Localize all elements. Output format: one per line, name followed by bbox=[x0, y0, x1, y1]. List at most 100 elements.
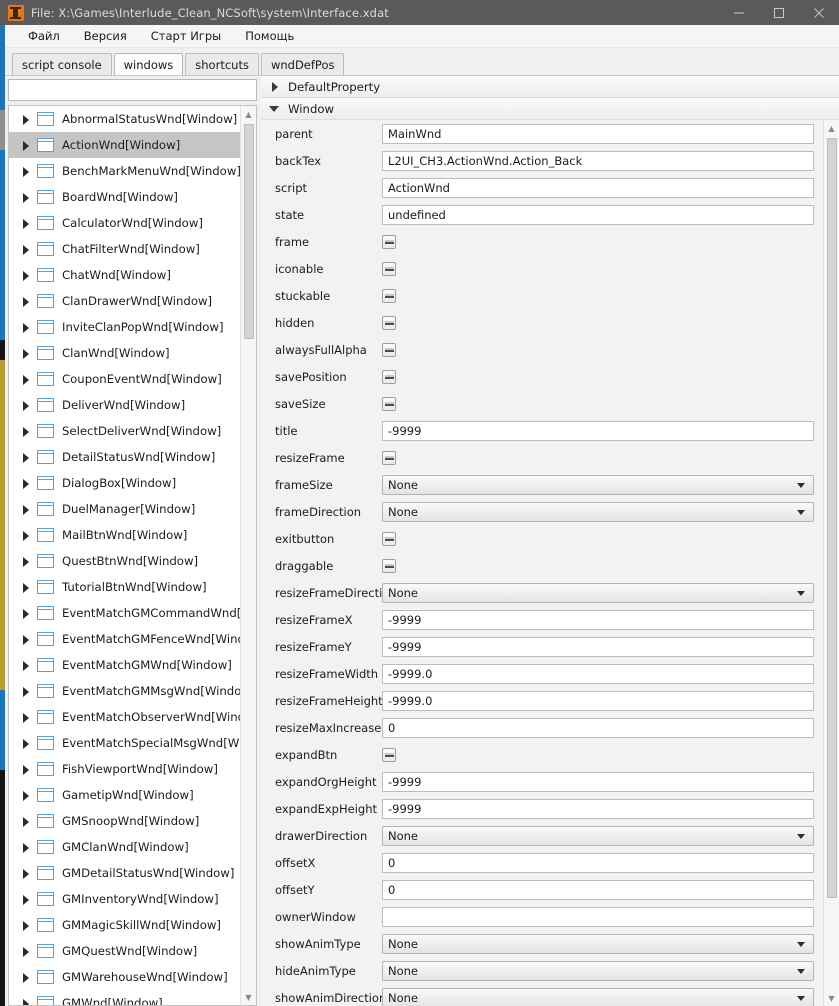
chevron-down-icon[interactable] bbox=[797, 968, 805, 974]
tree-item[interactable]: ChatFilterWnd[Window] bbox=[9, 236, 240, 262]
tab-script-console[interactable]: script console bbox=[12, 53, 112, 75]
property-checkbox[interactable] bbox=[382, 748, 396, 762]
property-text-input[interactable]: -9999 bbox=[382, 772, 814, 792]
property-text-input[interactable]: -9999 bbox=[382, 421, 814, 441]
property-text-input[interactable]: -9999.0 bbox=[382, 664, 814, 684]
menu-item-3[interactable]: Помощь bbox=[236, 26, 303, 46]
menu-item-1[interactable]: Версия bbox=[75, 26, 136, 46]
chevron-right-icon[interactable] bbox=[21, 400, 32, 411]
tree-item[interactable]: QuestBtnWnd[Window] bbox=[9, 548, 240, 574]
chevron-right-icon[interactable] bbox=[21, 504, 32, 515]
chevron-down-icon[interactable] bbox=[797, 590, 805, 596]
tree-item[interactable]: BoardWnd[Window] bbox=[9, 184, 240, 210]
chevron-right-icon[interactable] bbox=[21, 868, 32, 879]
property-text-input[interactable]: 0 bbox=[382, 853, 814, 873]
windows-tree[interactable]: AbnormalStatusWnd[Window] ActionWnd[Windo… bbox=[9, 106, 240, 1005]
chevron-right-icon[interactable] bbox=[21, 790, 32, 801]
property-text-input[interactable]: -9999 bbox=[382, 637, 814, 657]
property-dropdown[interactable]: None bbox=[382, 961, 814, 981]
tree-item[interactable]: EventMatchGMWnd[Window] bbox=[9, 652, 240, 678]
chevron-down-icon[interactable] bbox=[797, 995, 805, 1001]
tree-item[interactable]: GMSnoopWnd[Window] bbox=[9, 808, 240, 834]
chevron-right-icon[interactable] bbox=[21, 816, 32, 827]
maximize-icon[interactable] bbox=[759, 0, 799, 25]
property-text-input[interactable]: L2UI_CH3.ActionWnd.Action_Back bbox=[382, 151, 814, 171]
chevron-right-icon[interactable] bbox=[21, 998, 32, 1005]
chevron-up-icon[interactable]: ▲ bbox=[823, 120, 839, 136]
tree-scrollbar-thumb[interactable] bbox=[243, 124, 254, 339]
chevron-right-icon[interactable] bbox=[21, 842, 32, 853]
property-text-input[interactable]: 0 bbox=[382, 718, 814, 738]
chevron-right-icon[interactable] bbox=[21, 426, 32, 437]
chevron-down-icon[interactable] bbox=[797, 833, 805, 839]
search-box[interactable] bbox=[8, 79, 257, 101]
chevron-right-icon[interactable] bbox=[21, 140, 32, 151]
chevron-right-icon[interactable] bbox=[269, 81, 281, 93]
tab-windows[interactable]: windows bbox=[113, 53, 184, 75]
chevron-down-icon[interactable] bbox=[797, 482, 805, 488]
chevron-right-icon[interactable] bbox=[21, 192, 32, 203]
property-checkbox[interactable] bbox=[382, 451, 396, 465]
tree-item[interactable]: GMInventoryWnd[Window] bbox=[9, 886, 240, 912]
tree-item[interactable]: SelectDeliverWnd[Window] bbox=[9, 418, 240, 444]
property-checkbox[interactable] bbox=[382, 289, 396, 303]
tree-item[interactable]: EventMatchGMFenceWnd[Window] bbox=[9, 626, 240, 652]
tree-item[interactable]: GMDetailStatusWnd[Window] bbox=[9, 860, 240, 886]
tree-item[interactable]: GMWarehouseWnd[Window] bbox=[9, 964, 240, 990]
tree-item[interactable]: EventMatchSpecialMsgWnd[Window] bbox=[9, 730, 240, 756]
tree-item[interactable]: ChatWnd[Window] bbox=[9, 262, 240, 288]
property-text-input[interactable]: undefined bbox=[382, 205, 814, 225]
tree-item[interactable]: AbnormalStatusWnd[Window] bbox=[9, 106, 240, 132]
group-header-window[interactable]: Window bbox=[261, 98, 839, 120]
tree-item[interactable]: GametipWnd[Window] bbox=[9, 782, 240, 808]
property-dropdown[interactable]: None bbox=[382, 475, 814, 495]
chevron-right-icon[interactable] bbox=[21, 764, 32, 775]
tree-item[interactable]: TutorialBtnWnd[Window] bbox=[9, 574, 240, 600]
tree-item[interactable]: GMWnd[Window] bbox=[9, 990, 240, 1005]
tree-item[interactable]: DetailStatusWnd[Window] bbox=[9, 444, 240, 470]
chevron-right-icon[interactable] bbox=[21, 634, 32, 645]
tab-wnddefpos[interactable]: wndDefPos bbox=[260, 53, 345, 75]
close-icon[interactable] bbox=[799, 0, 839, 25]
tree-item[interactable]: InviteClanPopWnd[Window] bbox=[9, 314, 240, 340]
chevron-right-icon[interactable] bbox=[21, 946, 32, 957]
chevron-right-icon[interactable] bbox=[21, 348, 32, 359]
chevron-right-icon[interactable] bbox=[21, 972, 32, 983]
tree-item[interactable]: EventMatchGMMsgWnd[Window] bbox=[9, 678, 240, 704]
chevron-right-icon[interactable] bbox=[21, 270, 32, 281]
chevron-right-icon[interactable] bbox=[21, 686, 32, 697]
chevron-right-icon[interactable] bbox=[21, 556, 32, 567]
chevron-right-icon[interactable] bbox=[21, 894, 32, 905]
chevron-down-icon[interactable]: ▼ bbox=[240, 989, 256, 1005]
property-text-input[interactable] bbox=[382, 907, 814, 927]
tree-item[interactable]: GMClanWnd[Window] bbox=[9, 834, 240, 860]
menu-item-2[interactable]: Старт Игры bbox=[142, 26, 230, 46]
tree-item[interactable]: ActionWnd[Window] bbox=[9, 132, 240, 158]
chevron-right-icon[interactable] bbox=[21, 478, 32, 489]
group-header-default-property[interactable]: DefaultProperty bbox=[261, 76, 839, 98]
property-text-input[interactable]: -9999.0 bbox=[382, 691, 814, 711]
chevron-right-icon[interactable] bbox=[21, 218, 32, 229]
tree-item[interactable]: DialogBox[Window] bbox=[9, 470, 240, 496]
chevron-down-icon[interactable]: ▼ bbox=[823, 990, 839, 1006]
tree-scrollbar[interactable]: ▲ ▼ bbox=[240, 106, 256, 1005]
chevron-right-icon[interactable] bbox=[21, 244, 32, 255]
search-input[interactable] bbox=[13, 83, 252, 97]
tree-item[interactable]: MailBtnWnd[Window] bbox=[9, 522, 240, 548]
chevron-up-icon[interactable]: ▲ bbox=[240, 106, 256, 122]
chevron-right-icon[interactable] bbox=[21, 296, 32, 307]
property-dropdown[interactable]: None bbox=[382, 583, 814, 603]
property-checkbox[interactable] bbox=[382, 532, 396, 546]
property-checkbox[interactable] bbox=[382, 343, 396, 357]
chevron-right-icon[interactable] bbox=[21, 738, 32, 749]
tree-item[interactable]: GMQuestWnd[Window] bbox=[9, 938, 240, 964]
tree-item[interactable]: DuelManager[Window] bbox=[9, 496, 240, 522]
chevron-right-icon[interactable] bbox=[21, 530, 32, 541]
chevron-right-icon[interactable] bbox=[21, 582, 32, 593]
tab-shortcuts[interactable]: shortcuts bbox=[185, 53, 259, 75]
property-checkbox[interactable] bbox=[382, 559, 396, 573]
property-text-input[interactable]: ActionWnd bbox=[382, 178, 814, 198]
tree-item[interactable]: CalculatorWnd[Window] bbox=[9, 210, 240, 236]
properties-scrollbar[interactable]: ▲ ▼ bbox=[823, 120, 839, 1006]
property-checkbox[interactable] bbox=[382, 397, 396, 411]
